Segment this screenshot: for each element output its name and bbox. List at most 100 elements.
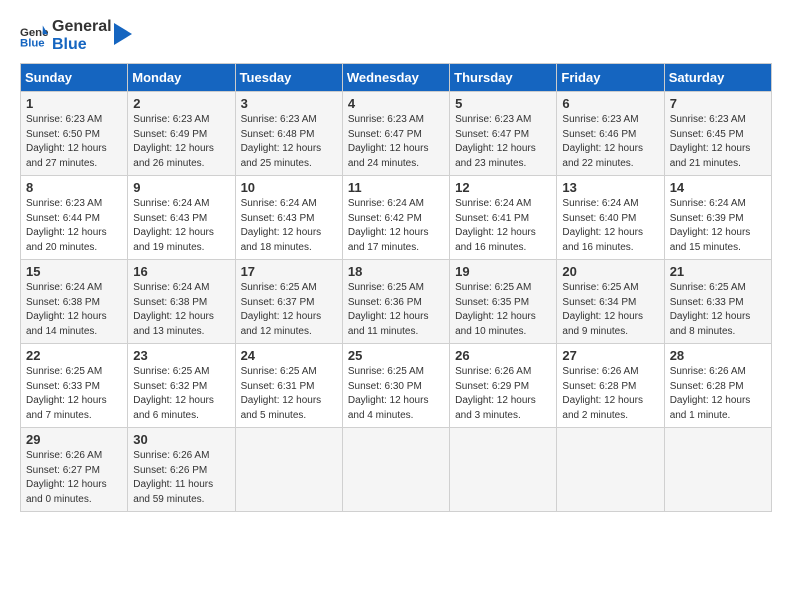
weekday-thursday: Thursday: [450, 64, 557, 92]
day-info: Sunrise: 6:23 AMSunset: 6:46 PMDaylight:…: [562, 113, 658, 171]
day-number: 2: [133, 96, 229, 111]
weekday-wednesday: Wednesday: [342, 64, 449, 92]
day-number: 14: [670, 180, 766, 195]
calendar-cell: 11Sunrise: 6:24 AMSunset: 6:42 PMDayligh…: [342, 176, 449, 260]
header: General Blue General Blue: [20, 18, 772, 53]
calendar-cell: 16 Sunrise: 6:24 AMSunset: 6:38 PMDayligh…: [128, 260, 235, 344]
day-number: 15: [26, 264, 122, 279]
calendar-cell: 30Sunrise: 6:26 AMSunset: 6:26 PMDayligh…: [128, 428, 235, 512]
calendar-cell: 27 Sunrise: 6:26 AMSunset: 6:28 PMDayligh…: [557, 344, 664, 428]
calendar-cell: 14 Sunrise: 6:24 AMSunset: 6:39 PMDayligh…: [664, 176, 771, 260]
calendar-cell: 28 Sunrise: 6:26 AMSunset: 6:28 PMDayligh…: [664, 344, 771, 428]
calendar-cell: [342, 428, 449, 512]
day-info: Sunrise: 6:25 AMSunset: 6:30 PMDaylight:…: [348, 365, 444, 423]
day-info: Sunrise: 6:25 AMSunset: 6:37 PMDaylight:…: [241, 281, 337, 339]
weekday-friday: Friday: [557, 64, 664, 92]
day-number: 28: [670, 348, 766, 363]
weekday-monday: Monday: [128, 64, 235, 92]
weekday-header-row: SundayMondayTuesdayWednesdayThursdayFrid…: [21, 64, 772, 92]
calendar-cell: 20 Sunrise: 6:25 AMSunset: 6:34 PMDayligh…: [557, 260, 664, 344]
day-info: Sunrise: 6:23 AMSunset: 6:45 PMDaylight:…: [670, 113, 766, 171]
day-info: Sunrise: 6:25 AMSunset: 6:35 PMDaylight:…: [455, 281, 551, 339]
day-number: 21: [670, 264, 766, 279]
calendar-cell: 12Sunrise: 6:24 AMSunset: 6:41 PMDayligh…: [450, 176, 557, 260]
calendar-cell: [235, 428, 342, 512]
day-number: 5: [455, 96, 551, 111]
day-number: 26: [455, 348, 551, 363]
day-number: 17: [241, 264, 337, 279]
day-number: 6: [562, 96, 658, 111]
day-info: Sunrise: 6:25 AMSunset: 6:32 PMDaylight:…: [133, 365, 229, 423]
calendar-cell: 22 Sunrise: 6:25 AMSunset: 6:33 PMDayligh…: [21, 344, 128, 428]
day-number: 22: [26, 348, 122, 363]
calendar-cell: 2 Sunrise: 6:23 AMSunset: 6:49 PMDaylight…: [128, 92, 235, 176]
day-info: Sunrise: 6:26 AMSunset: 6:28 PMDaylight:…: [670, 365, 766, 423]
calendar-cell: [664, 428, 771, 512]
calendar-cell: 5 Sunrise: 6:23 AMSunset: 6:47 PMDaylight…: [450, 92, 557, 176]
weekday-sunday: Sunday: [21, 64, 128, 92]
logo-general: General: [52, 18, 112, 36]
calendar-cell: 21 Sunrise: 6:25 AMSunset: 6:33 PMDayligh…: [664, 260, 771, 344]
calendar-cell: 23 Sunrise: 6:25 AMSunset: 6:32 PMDayligh…: [128, 344, 235, 428]
day-info: Sunrise: 6:23 AMSunset: 6:47 PMDaylight:…: [348, 113, 444, 171]
day-number: 27: [562, 348, 658, 363]
logo-icon: General Blue: [20, 22, 48, 50]
day-info: Sunrise: 6:25 AMSunset: 6:33 PMDaylight:…: [26, 365, 122, 423]
week-row-5: 29Sunrise: 6:26 AMSunset: 6:27 PMDayligh…: [21, 428, 772, 512]
day-info: Sunrise: 6:23 AMSunset: 6:47 PMDaylight:…: [455, 113, 551, 171]
day-info: Sunrise: 6:23 AMSunset: 6:48 PMDaylight:…: [241, 113, 337, 171]
calendar-table: SundayMondayTuesdayWednesdayThursdayFrid…: [20, 63, 772, 512]
day-number: 16: [133, 264, 229, 279]
day-info: Sunrise: 6:25 AMSunset: 6:31 PMDaylight:…: [241, 365, 337, 423]
week-row-2: 8Sunrise: 6:23 AMSunset: 6:44 PMDaylight…: [21, 176, 772, 260]
page: General Blue General Blue SundayMondayTu…: [0, 0, 792, 612]
calendar-cell: 29Sunrise: 6:26 AMSunset: 6:27 PMDayligh…: [21, 428, 128, 512]
week-row-4: 22 Sunrise: 6:25 AMSunset: 6:33 PMDayligh…: [21, 344, 772, 428]
day-info: Sunrise: 6:23 AMSunset: 6:50 PMDaylight:…: [26, 113, 122, 171]
day-number: 9: [133, 180, 229, 195]
calendar-cell: 10 Sunrise: 6:24 AMSunset: 6:43 PMDayligh…: [235, 176, 342, 260]
day-info: Sunrise: 6:24 AMSunset: 6:40 PMDaylight:…: [562, 197, 658, 255]
day-number: 20: [562, 264, 658, 279]
logo-arrow-icon: [114, 23, 132, 45]
calendar-cell: 19 Sunrise: 6:25 AMSunset: 6:35 PMDayligh…: [450, 260, 557, 344]
calendar-cell: 13 Sunrise: 6:24 AMSunset: 6:40 PMDayligh…: [557, 176, 664, 260]
day-number: 11: [348, 180, 444, 195]
day-info: Sunrise: 6:26 AMSunset: 6:29 PMDaylight:…: [455, 365, 551, 423]
day-number: 1: [26, 96, 122, 111]
calendar-cell: 1 Sunrise: 6:23 AMSunset: 6:50 PMDaylight…: [21, 92, 128, 176]
day-info: Sunrise: 6:25 AMSunset: 6:33 PMDaylight:…: [670, 281, 766, 339]
day-info: Sunrise: 6:26 AMSunset: 6:28 PMDaylight:…: [562, 365, 658, 423]
calendar-cell: [450, 428, 557, 512]
day-number: 7: [670, 96, 766, 111]
logo: General Blue General Blue: [20, 18, 132, 53]
day-number: 3: [241, 96, 337, 111]
day-info: Sunrise: 6:26 AMSunset: 6:27 PMDaylight:…: [26, 449, 122, 507]
calendar-cell: 7 Sunrise: 6:23 AMSunset: 6:45 PMDaylight…: [664, 92, 771, 176]
day-number: 25: [348, 348, 444, 363]
week-row-3: 15 Sunrise: 6:24 AMSunset: 6:38 PMDayligh…: [21, 260, 772, 344]
day-number: 18: [348, 264, 444, 279]
day-info: Sunrise: 6:23 AMSunset: 6:44 PMDaylight:…: [26, 197, 122, 255]
day-info: Sunrise: 6:23 AMSunset: 6:49 PMDaylight:…: [133, 113, 229, 171]
day-info: Sunrise: 6:24 AMSunset: 6:43 PMDaylight:…: [241, 197, 337, 255]
day-number: 19: [455, 264, 551, 279]
day-info: Sunrise: 6:24 AMSunset: 6:39 PMDaylight:…: [670, 197, 766, 255]
day-info: Sunrise: 6:25 AMSunset: 6:34 PMDaylight:…: [562, 281, 658, 339]
calendar-cell: 25 Sunrise: 6:25 AMSunset: 6:30 PMDayligh…: [342, 344, 449, 428]
day-number: 13: [562, 180, 658, 195]
calendar-cell: 26 Sunrise: 6:26 AMSunset: 6:29 PMDayligh…: [450, 344, 557, 428]
day-number: 23: [133, 348, 229, 363]
week-row-1: 1 Sunrise: 6:23 AMSunset: 6:50 PMDaylight…: [21, 92, 772, 176]
day-number: 12: [455, 180, 551, 195]
weekday-saturday: Saturday: [664, 64, 771, 92]
svg-text:Blue: Blue: [20, 37, 45, 49]
day-info: Sunrise: 6:24 AMSunset: 6:43 PMDaylight:…: [133, 197, 229, 255]
calendar-cell: 18Sunrise: 6:25 AMSunset: 6:36 PMDayligh…: [342, 260, 449, 344]
day-number: 10: [241, 180, 337, 195]
day-info: Sunrise: 6:24 AMSunset: 6:38 PMDaylight:…: [133, 281, 229, 339]
logo-blue: Blue: [52, 36, 112, 54]
calendar-cell: 24Sunrise: 6:25 AMSunset: 6:31 PMDayligh…: [235, 344, 342, 428]
calendar-cell: 9 Sunrise: 6:24 AMSunset: 6:43 PMDaylight…: [128, 176, 235, 260]
calendar-cell: 8Sunrise: 6:23 AMSunset: 6:44 PMDaylight…: [21, 176, 128, 260]
